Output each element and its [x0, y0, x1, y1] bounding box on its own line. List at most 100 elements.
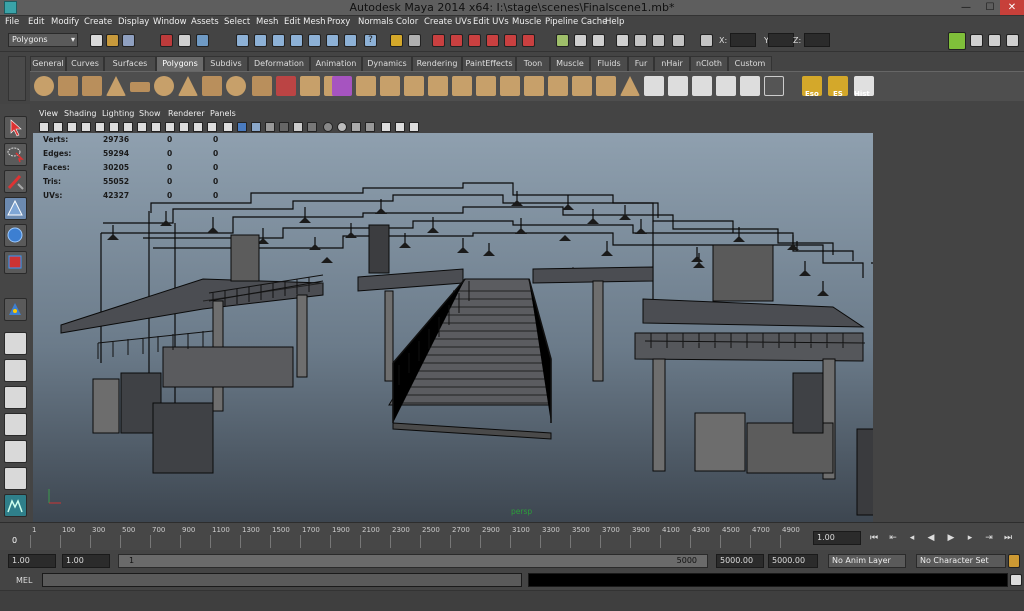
time-slider[interactable]: 1 100 300 500 700 900 1100 1300 1500 1700 1900 2100… [0, 522, 1024, 550]
poly-torus-icon[interactable] [154, 76, 174, 96]
poly-pyramid-icon[interactable] [178, 76, 198, 96]
resolution-gate-icon[interactable] [151, 122, 161, 132]
current-frame-field[interactable]: 1.00 [813, 531, 861, 545]
smooth-shade-icon[interactable] [237, 122, 247, 132]
bevel-icon[interactable] [500, 76, 520, 96]
anim-layer-dropdown[interactable]: No Anim Layer [828, 554, 906, 568]
tab-fur[interactable]: Fur [628, 56, 654, 71]
play-backwards-icon[interactable]: ◀ [923, 531, 939, 545]
shadows-icon[interactable] [307, 122, 317, 132]
xray-joints-icon[interactable] [351, 122, 361, 132]
history-icon[interactable] [344, 34, 357, 47]
high-quality-icon[interactable] [323, 122, 333, 132]
play-forwards-icon[interactable]: ▶ [943, 531, 959, 545]
menu-display[interactable]: Display [118, 17, 149, 27]
menu-select[interactable]: Select [224, 17, 250, 27]
menu-create-uvs[interactable]: Create UVs [424, 17, 471, 27]
poly-cylinder-icon[interactable] [82, 76, 102, 96]
time-ruler[interactable]: 1 100 300 500 700 900 1100 1300 1500 1700 1900 2100… [30, 523, 810, 551]
menu-create[interactable]: Create [84, 17, 112, 27]
tab-rendering[interactable]: Rendering [412, 56, 462, 71]
fill-hole-icon[interactable] [572, 76, 592, 96]
wireframe-icon[interactable] [223, 122, 233, 132]
tab-painteffects[interactable]: PaintEffects [462, 56, 516, 71]
frame-all-icon[interactable] [395, 122, 405, 132]
menu-window[interactable]: Window [153, 17, 187, 27]
menu-set-selector[interactable]: Polygons ▾ [8, 33, 78, 47]
select-tool-icon[interactable] [4, 116, 27, 139]
transform-mode-icon[interactable] [700, 34, 713, 47]
planar-map-icon[interactable] [644, 76, 664, 96]
persp-hypershade-layout-icon[interactable] [4, 467, 27, 490]
extrude-icon[interactable] [356, 76, 376, 96]
render-settings-icon[interactable] [468, 34, 481, 47]
animation-end-field[interactable]: 5000.00 [768, 554, 818, 568]
menu-help[interactable]: Help [605, 17, 624, 27]
camera-attributes-icon[interactable] [53, 122, 63, 132]
hypershade-layout-icon[interactable] [4, 440, 27, 463]
minimize-button[interactable]: — [954, 0, 978, 15]
x-value-field[interactable] [730, 33, 756, 47]
cylindrical-map-icon[interactable] [668, 76, 688, 96]
paint-select-tool-icon[interactable] [4, 170, 27, 193]
menu-edit-mesh[interactable]: Edit Mesh [284, 17, 326, 27]
auto-key-icon[interactable] [1008, 554, 1020, 568]
menu-file[interactable]: File [5, 17, 19, 27]
menu-edit[interactable]: Edit [28, 17, 44, 27]
panel-menu-shading[interactable]: Shading [64, 109, 97, 118]
persp-outliner-layout-icon[interactable] [4, 386, 27, 409]
open-scene-icon[interactable] [106, 34, 119, 47]
move-tool-icon[interactable] [4, 197, 27, 220]
field-chart-icon[interactable] [179, 122, 189, 132]
texture-editor-icon[interactable] [764, 76, 784, 96]
tab-surfaces[interactable]: Surfaces [104, 56, 156, 71]
tab-nhair[interactable]: nHair [654, 56, 690, 71]
hypershade-icon[interactable] [486, 34, 499, 47]
tab-subdivs[interactable]: Subdivs [204, 56, 248, 71]
menu-modify[interactable]: Modify [51, 17, 79, 27]
panel-menu-panels[interactable]: Panels [210, 109, 236, 118]
spherical-map-icon[interactable] [692, 76, 712, 96]
layer-editor-icon[interactable] [1006, 34, 1019, 47]
film-gate-icon[interactable] [137, 122, 147, 132]
snap-point-icon[interactable] [272, 34, 285, 47]
render-region-icon[interactable] [616, 34, 629, 47]
script-editor-shortcut-icon[interactable] [1010, 574, 1022, 586]
menu-assets[interactable]: Assets [191, 17, 219, 27]
poly-cube-icon[interactable] [58, 76, 78, 96]
scale-tool-icon[interactable] [4, 251, 27, 274]
camera-select-icon[interactable] [39, 122, 49, 132]
poly-cone-icon[interactable] [106, 76, 126, 96]
single-perspective-layout-icon[interactable] [4, 332, 27, 355]
select-object-icon[interactable] [178, 34, 191, 47]
shelf-options-strip[interactable] [8, 56, 26, 101]
snap-surface-icon[interactable] [308, 34, 321, 47]
go-to-start-icon[interactable]: ⏮ [866, 531, 882, 545]
save-scene-icon[interactable] [122, 34, 135, 47]
offset-edge-loop-icon[interactable] [476, 76, 496, 96]
frame-selection-icon[interactable] [409, 122, 419, 132]
mel-language-label[interactable]: MEL [16, 576, 32, 585]
tab-muscle[interactable]: Muscle [550, 56, 590, 71]
smooth-icon[interactable] [300, 76, 320, 96]
tab-animation[interactable]: Animation [310, 56, 362, 71]
menu-normals[interactable]: Normals [358, 17, 393, 27]
poly-plane-icon[interactable] [130, 82, 150, 92]
tool-settings-icon[interactable] [970, 34, 983, 47]
perspective-viewport[interactable]: Verts: 29736 0 0 Edges: 59294 0 0 Faces: 30205 0… [33, 133, 873, 522]
tab-curves[interactable]: Curves [66, 56, 104, 71]
output-ops-icon[interactable] [408, 34, 421, 47]
close-button[interactable]: ✕ [1000, 0, 1024, 15]
manipulator-tool-icon[interactable] [4, 298, 27, 321]
sculpt-icon[interactable] [620, 76, 640, 96]
playback-start-field[interactable]: 1.00 [62, 554, 110, 568]
two-d-pan-zoom-icon[interactable] [95, 122, 105, 132]
panel-menu-renderer[interactable]: Renderer [168, 109, 205, 118]
playback-end-field[interactable]: 5000.00 [716, 554, 764, 568]
triangulate-icon[interactable] [596, 76, 616, 96]
step-back-frame-icon[interactable]: ◂ [904, 531, 920, 545]
collapse-icon[interactable] [548, 76, 568, 96]
menu-color[interactable]: Color [396, 17, 418, 27]
menu-muscle[interactable]: Muscle [512, 17, 541, 27]
xray-components-icon[interactable] [365, 122, 375, 132]
